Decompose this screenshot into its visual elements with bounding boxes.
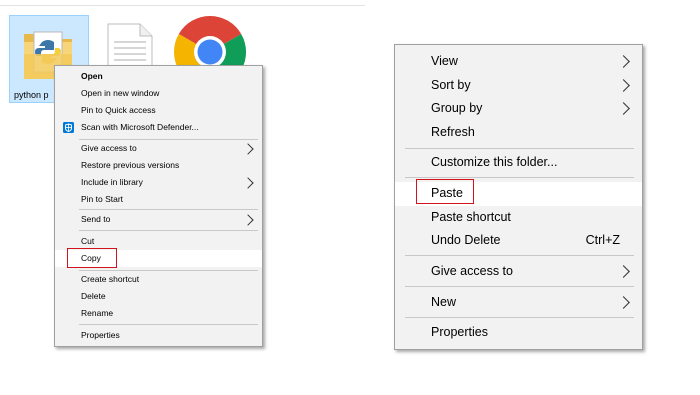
menu-item-scan-defender[interactable]: Scan with Microsoft Defender...	[55, 119, 262, 136]
menu-item-restore-versions[interactable]: Restore previous versions	[55, 157, 262, 174]
menu-item-refresh[interactable]: Refresh	[395, 121, 642, 144]
defender-shield-icon	[63, 122, 74, 133]
menu-separator	[405, 255, 634, 256]
chrome-icon[interactable]	[172, 14, 248, 70]
menu-item-label: Rename	[81, 308, 114, 318]
menu-item-give-access[interactable]: Give access to	[55, 140, 262, 157]
chevron-right-icon	[617, 55, 630, 68]
menu-item-undo-delete[interactable]: Undo Delete Ctrl+Z	[395, 229, 642, 252]
menu-item-open[interactable]: Open	[55, 68, 262, 85]
chevron-right-icon	[617, 296, 630, 309]
menu-item-pin-start[interactable]: Pin to Start	[55, 191, 262, 208]
menu-item-label: Include in library	[81, 177, 143, 187]
menu-item-include-library[interactable]: Include in library	[55, 174, 262, 191]
menu-item-label: Create shortcut	[81, 274, 140, 284]
menu-item-label: Send to	[81, 214, 111, 224]
menu-separator	[405, 286, 634, 287]
menu-item-properties[interactable]: Properties	[395, 321, 642, 344]
window-top-border	[0, 5, 365, 6]
menu-separator	[79, 230, 258, 231]
chevron-right-icon	[617, 79, 630, 92]
chevron-right-icon	[617, 265, 630, 278]
chevron-right-icon	[242, 143, 254, 155]
menu-item-label: Open	[81, 71, 103, 81]
menu-separator	[405, 317, 634, 318]
menu-item-label: Give access to	[431, 264, 513, 278]
menu-item-group-by[interactable]: Group by	[395, 97, 642, 120]
folder-background-context-menu: View Sort by Group by Refresh Customize …	[394, 44, 643, 350]
menu-item-label: Group by	[431, 101, 483, 115]
menu-item-label: Scan with Microsoft Defender...	[81, 122, 199, 132]
file-name-label: python p	[14, 90, 49, 100]
menu-separator	[405, 148, 634, 149]
chevron-right-icon	[242, 177, 254, 189]
menu-item-label: Delete	[81, 291, 106, 301]
menu-item-paste-shortcut[interactable]: Paste shortcut	[395, 206, 642, 229]
menu-item-send-to[interactable]: Send to	[55, 211, 262, 228]
menu-item-open-new-window[interactable]: Open in new window	[55, 85, 262, 102]
menu-separator	[405, 177, 634, 178]
menu-item-pin-quick-access[interactable]: Pin to Quick access	[55, 102, 262, 119]
menu-item-label: Pin to Quick access	[81, 105, 156, 115]
menu-item-label: Customize this folder...	[431, 155, 558, 169]
menu-item-label: Refresh	[431, 125, 475, 139]
menu-separator	[79, 324, 258, 325]
menu-item-label: New	[431, 295, 457, 309]
menu-item-label: Sort by	[431, 78, 471, 92]
menu-item-new[interactable]: New	[395, 291, 642, 314]
menu-item-label: Give access to	[81, 143, 137, 153]
menu-item-properties[interactable]: Properties	[55, 327, 262, 344]
menu-item-label: Properties	[81, 330, 120, 340]
menu-item-sort-by[interactable]: Sort by	[395, 74, 642, 97]
menu-item-label: View	[431, 54, 458, 68]
menu-item-give-access[interactable]: Give access to	[395, 260, 642, 283]
menu-item-label: Restore previous versions	[81, 160, 180, 170]
file-context-menu: Open Open in new window Pin to Quick acc…	[54, 65, 263, 347]
chevron-right-icon	[242, 214, 254, 226]
highlight-box-copy	[67, 248, 117, 268]
menu-item-delete[interactable]: Delete	[55, 288, 262, 305]
shortcut-text: Ctrl+Z	[585, 233, 620, 247]
menu-item-label: Paste shortcut	[431, 210, 511, 224]
menu-item-rename[interactable]: Rename	[55, 305, 262, 322]
menu-item-label: Properties	[431, 325, 488, 339]
menu-item-create-shortcut[interactable]: Create shortcut	[55, 271, 262, 288]
menu-item-label: Pin to Start	[81, 194, 124, 204]
chevron-right-icon	[617, 102, 630, 115]
highlight-box-paste	[416, 179, 474, 204]
menu-separator	[79, 209, 258, 210]
menu-item-label: Undo Delete	[431, 233, 501, 247]
menu-item-view[interactable]: View	[395, 50, 642, 73]
menu-item-label: Open in new window	[81, 88, 160, 98]
menu-item-customize-folder[interactable]: Customize this folder...	[395, 151, 642, 174]
